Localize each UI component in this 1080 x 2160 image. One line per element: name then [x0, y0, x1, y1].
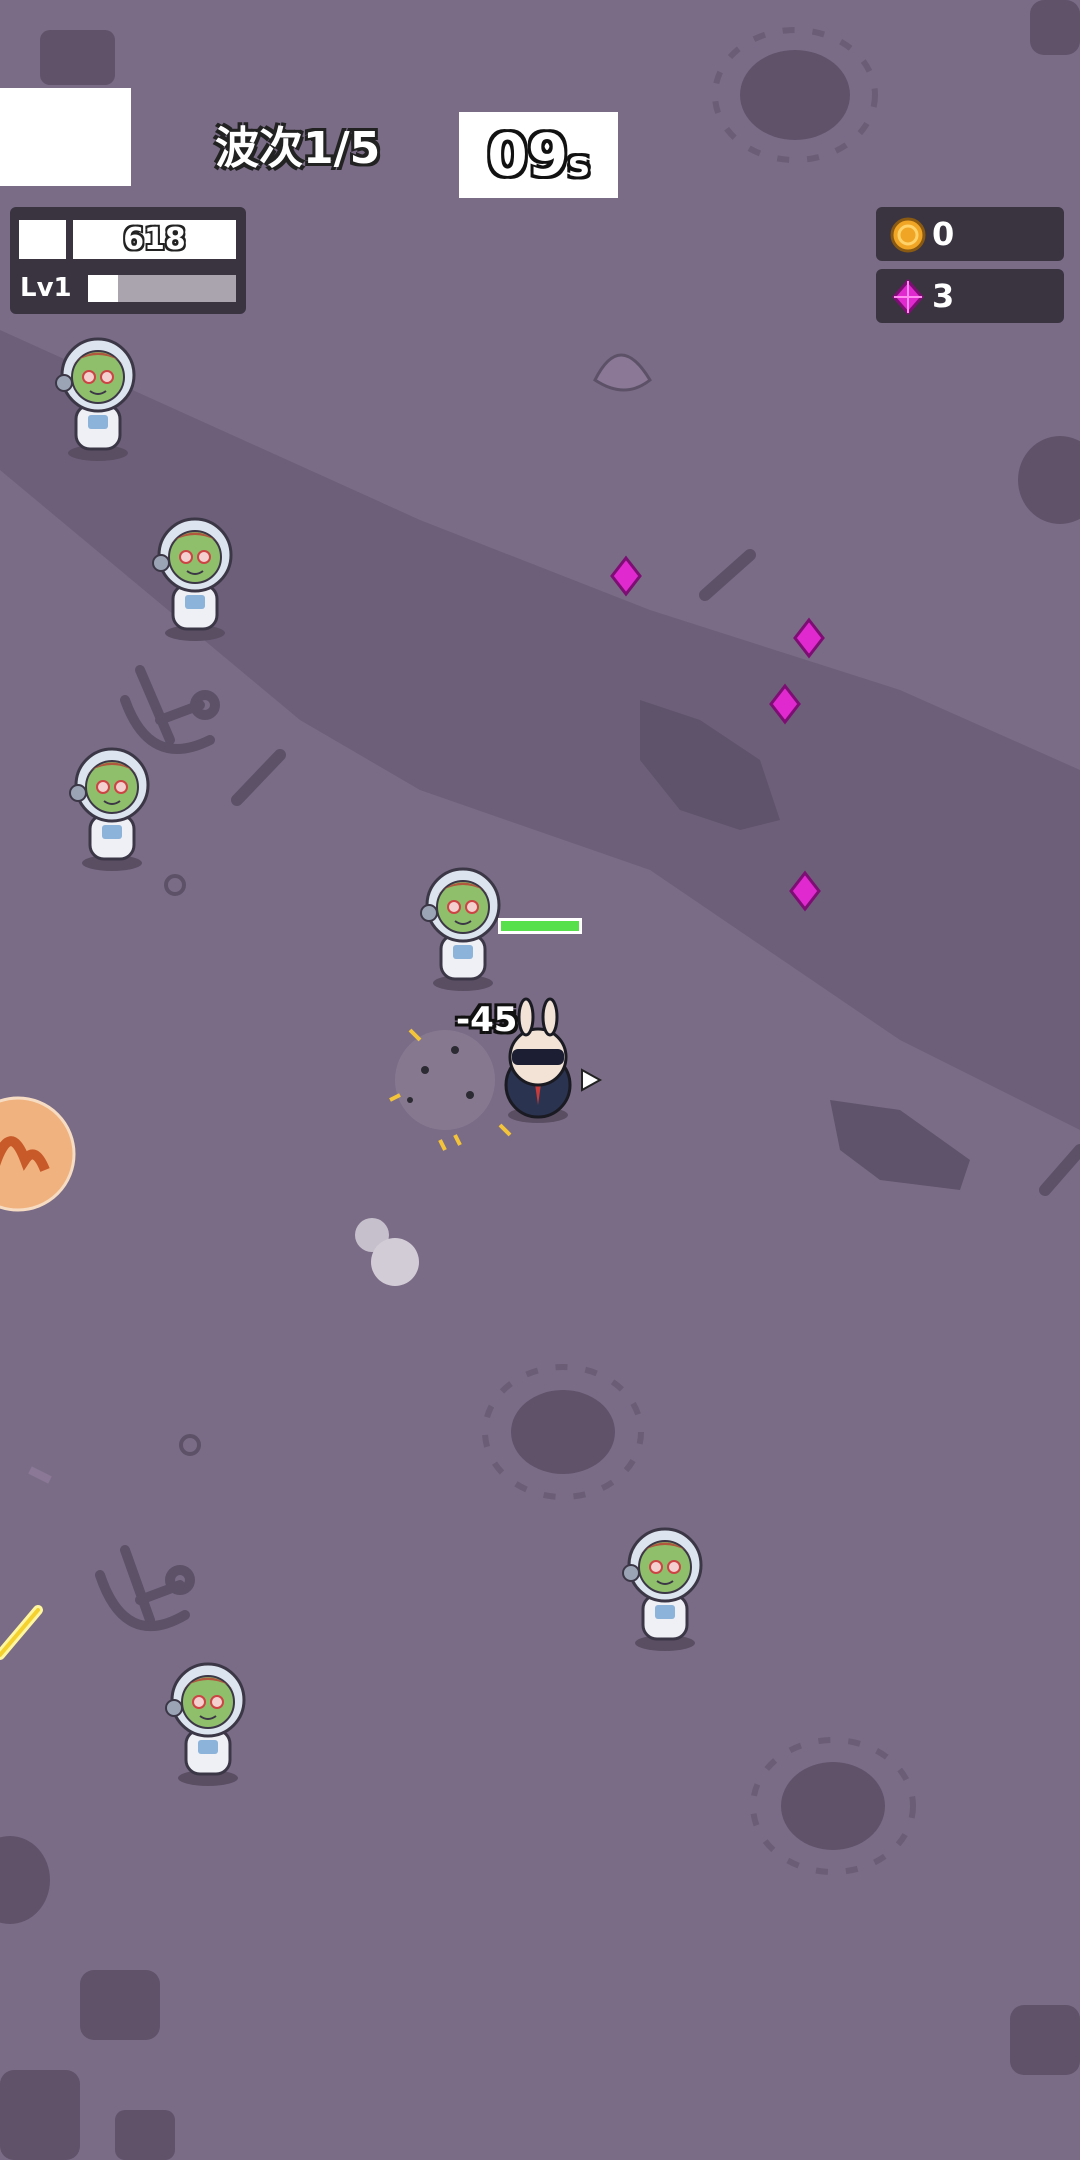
damage-number: -45 [456, 1000, 518, 1040]
gem-counter: 3 [876, 269, 1064, 323]
coin-icon [890, 217, 926, 253]
timer-value: 09 [487, 121, 569, 189]
timer-unit: s [568, 143, 590, 185]
xp-bar-fill [88, 275, 118, 302]
top-left-placeholder[interactable] [0, 88, 131, 186]
wave-timer: 09 s [459, 112, 618, 198]
hp-icon [19, 220, 66, 259]
enemy-health-fill [501, 921, 579, 931]
enemy-health-bar [498, 918, 582, 934]
hp-value: 618 [123, 222, 186, 257]
coin-counter: 0 [876, 207, 1064, 261]
hp-bar: 618 [73, 220, 236, 259]
game-world[interactable] [0, 0, 1080, 2160]
gem-icon [892, 279, 924, 315]
player-stats-panel: 618 Lv1 [10, 207, 246, 314]
wave-counter: 波次1/5 [215, 123, 381, 174]
xp-bar [88, 275, 236, 302]
level-label: Lv1 [20, 273, 72, 303]
gem-value: 3 [932, 277, 955, 315]
coin-value: 0 [932, 215, 955, 253]
